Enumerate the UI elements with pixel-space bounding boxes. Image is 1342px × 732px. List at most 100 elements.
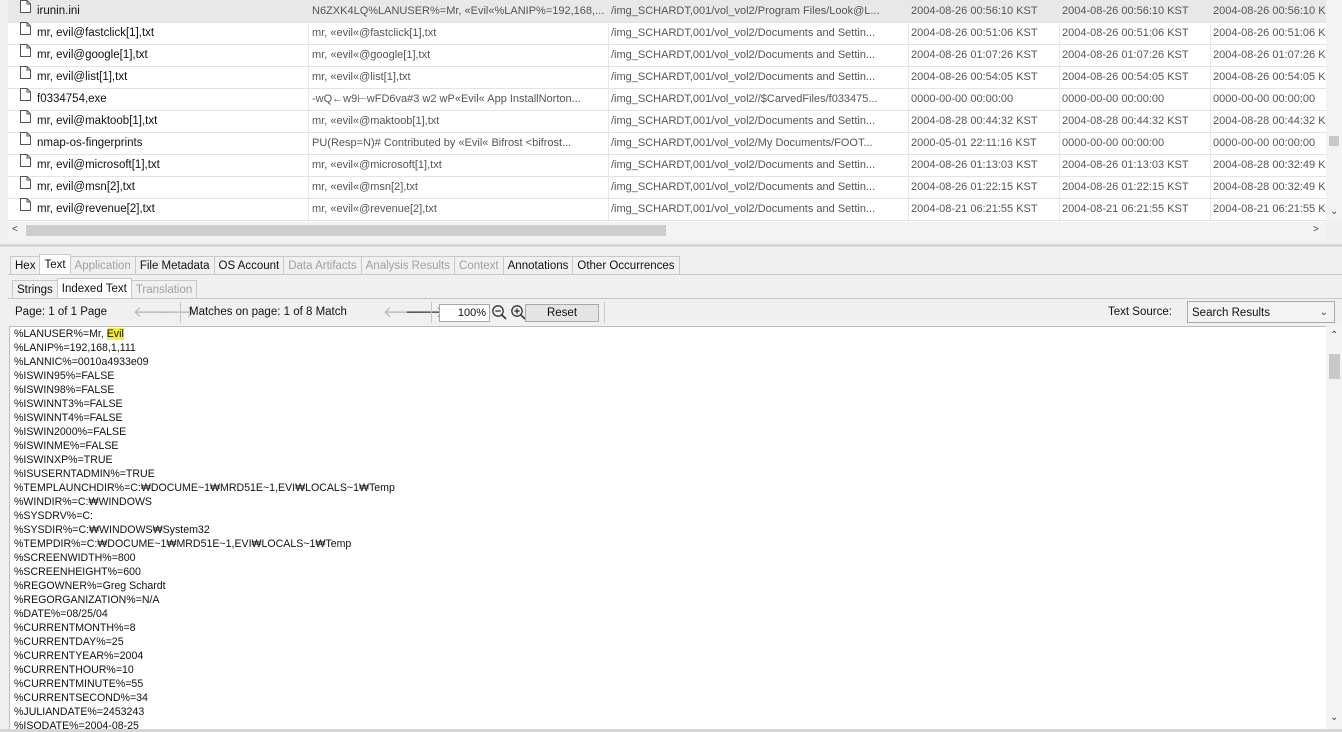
scroll-up-arrow-icon[interactable]: ⌃ [1330,330,1338,342]
file-icon [20,66,31,87]
accessed-time-cell: 2004-08-26 00:54:05 K [1213,71,1326,83]
next-page-icon[interactable]: 🡒 [155,304,195,321]
scroll-left-arrow-icon[interactable]: < [12,224,18,236]
column-divider[interactable] [1210,0,1211,222]
table-row[interactable]: nmap-os-fingerprints PU(Resp=N)# Contribu… [8,132,1326,155]
tab-strings[interactable]: Strings [12,280,58,299]
results-horizontal-scrollbar[interactable]: < > [8,222,1326,239]
file-path-cell: /img_SCHARDT,001/vol_vol2/Program Files/… [611,5,880,17]
tab-divider-line [8,298,1342,299]
file-icon [20,176,31,197]
table-row[interactable]: irunin.ini N6ZXK4LQ%LANUSER%=Mr, «Evil«%L… [8,0,1326,23]
table-row[interactable]: mr, evil@fastclick[1],txt mr, «evil«@fast… [8,22,1326,45]
text-line: %SCREENWIDTH%=800 [14,552,136,564]
search-hit-highlight[interactable]: Evil [106,328,124,340]
tab-text[interactable]: Text [39,254,71,275]
table-row[interactable]: f0334754,exe -wQ←w9⊢wFD6va#3 w2 wP«Evil« … [8,88,1326,111]
column-divider[interactable] [1059,0,1060,222]
text-source-select[interactable]: Search Results ⌄ [1187,301,1335,323]
tab-indexed-text[interactable]: Indexed Text [56,278,132,299]
text-line: %SYSDRV%=C: [14,510,93,522]
changed-time-cell: 2004-08-26 01:22:15 KST [1062,181,1189,193]
tab-analysis-results: Analysis Results [360,256,455,275]
toolbar-separator [431,302,432,323]
keyword-preview-cell: mr, «evil«@list[1],txt [312,71,411,83]
text-vertical-scrollbar[interactable]: ⌃ ⌄ [1326,326,1342,730]
file-icon [20,154,31,175]
keyword-preview-cell: mr, «evil«@revenue[2],txt [312,203,437,215]
text-line: %LANUSER%=Mr, Evil [14,327,395,341]
changed-time-cell: 0000-00-00 00:00:00 [1062,137,1165,149]
file-name-text: mr, evil@microsoft[1],txt [37,159,160,172]
modified-time-cell: 0000-00-00 00:00:00 [911,93,1014,105]
file-icon [20,198,31,219]
text-line-prefix: %LANUSER%=Mr, [14,328,107,340]
scroll-right-arrow-icon[interactable]: > [1313,224,1319,236]
tab-file-metadata[interactable]: File Metadata [134,256,215,275]
keyword-preview-cell: -wQ←w9⊢wFD6va#3 w2 wP«Evil« App InstallN… [312,93,581,105]
column-divider[interactable] [908,0,909,222]
tab-annotations[interactable]: Annotations [502,256,574,275]
changed-time-cell: 2004-08-26 01:07:26 KST [1062,49,1189,61]
changed-time-cell: 2004-08-28 00:44:32 KST [1062,115,1189,127]
zoom-level-field[interactable]: 100% [439,304,490,322]
modified-time-cell: 2000-05-01 22:11:16 KST [911,137,1037,149]
tab-hex[interactable]: Hex [10,256,41,275]
file-icon [20,110,31,131]
tab-other-occurrences[interactable]: Other Occurrences [572,256,680,275]
table-row[interactable]: mr, evil@maktoob[1],txt mr, «evil«@maktoo… [8,110,1326,133]
table-row[interactable]: mr, evil@list[1],txt mr, «evil«@list[1],t… [8,66,1326,89]
text-line: %LANIP%=192,168,1,111 [14,342,136,354]
tab-context: Context [454,256,504,275]
table-row[interactable]: mr, evil@revenue[2],txt mr, «evil«@revenu… [8,198,1326,221]
changed-time-cell: 2004-08-26 00:54:05 KST [1062,71,1189,83]
file-path-cell: /img_SCHARDT,001/vol_vol2/Documents and … [611,27,876,39]
text-line: %REGORGANIZATION%=N/A [14,594,160,606]
text-vertical-scroll-thumb[interactable] [1329,354,1340,379]
next-match-icon[interactable]: 🡒 [405,304,445,321]
toolbar-separator [180,302,181,323]
scroll-down-arrow-icon[interactable]: ⌄ [1330,712,1338,724]
text-line: %DATE%=08/25/04 [14,608,108,620]
table-row[interactable]: mr, evil@msn[2],txt mr, «evil«@msn[2],txt… [8,176,1326,199]
scroll-down-arrow-icon[interactable]: ⌄ [1330,206,1338,218]
file-name-cell: nmap-os-fingerprints [20,132,310,154]
zoom-out-icon[interactable] [491,304,508,321]
file-name-cell: irunin.ini [20,0,310,22]
text-line: %ISWINXP%=TRUE [14,454,113,466]
results-horizontal-scroll-thumb[interactable] [26,225,666,236]
text-line: %TEMPLAUNCHDIR%=C:₩DOCUME~1₩MRD51E~1,EVI… [14,482,395,494]
table-row[interactable]: mr, evil@google[1],txt mr, «evil«@google[… [8,44,1326,67]
accessed-time-cell: 2004-08-26 00:51:06 K [1213,27,1326,39]
pane-splitter[interactable] [0,244,1342,247]
text-tab-strip: Strings Indexed Text Translation [12,278,198,299]
previous-match-icon[interactable]: 🡐 [383,304,423,321]
tab-os-account[interactable]: OS Account [213,256,285,275]
results-vertical-scroll-thumb[interactable] [1329,136,1339,146]
toolbar-separator [604,302,605,323]
text-line: %TEMPDIR%=C:₩DOCUME~1₩MRD51E~1,EVI₩LOCAL… [14,538,352,550]
column-divider[interactable] [308,0,309,222]
text-line: %WINDIR%=C:₩WINDOWS [14,496,153,508]
matches-indicator: Matches on page: 1 of 8 Match [189,306,347,318]
text-line: %ISWINNT4%=FALSE [14,412,123,424]
changed-time-cell: 2004-08-21 06:21:55 KST [1062,203,1189,215]
file-name-cell: mr, evil@maktoob[1],txt [20,110,310,132]
table-row[interactable]: mr, evil@microsoft[1],txt mr, «evil«@micr… [8,154,1326,177]
file-name-text: nmap-os-fingerprints [37,137,143,150]
reset-zoom-button[interactable]: Reset [525,304,599,322]
page-indicator: Page: 1 of 1 Page [15,306,108,318]
modified-time-cell: 2004-08-26 00:51:06 KST [911,27,1038,39]
modified-time-cell: 2004-08-28 00:44:32 KST [911,115,1038,127]
column-divider[interactable] [608,0,609,222]
file-name-cell: f0334754,exe [20,88,310,110]
indexed-text-content[interactable]: %LANUSER%=Mr, Evil %LANIP%=192,168,1,111… [9,326,1327,730]
text-line: %ISWINME%=FALSE [14,440,119,452]
changed-time-cell: 2004-08-26 00:56:10 KST [1062,5,1189,17]
results-vertical-scrollbar[interactable]: ⌄ [1326,0,1342,222]
file-name-text: mr, evil@revenue[2],txt [37,203,155,216]
file-name-text: mr, evil@msn[2],txt [37,181,135,194]
text-line: %CURRENTDAY%=25 [14,636,124,648]
text-line: %ISUSERNTADMIN%=TRUE [14,468,155,480]
previous-page-icon[interactable]: 🡐 [133,304,173,321]
